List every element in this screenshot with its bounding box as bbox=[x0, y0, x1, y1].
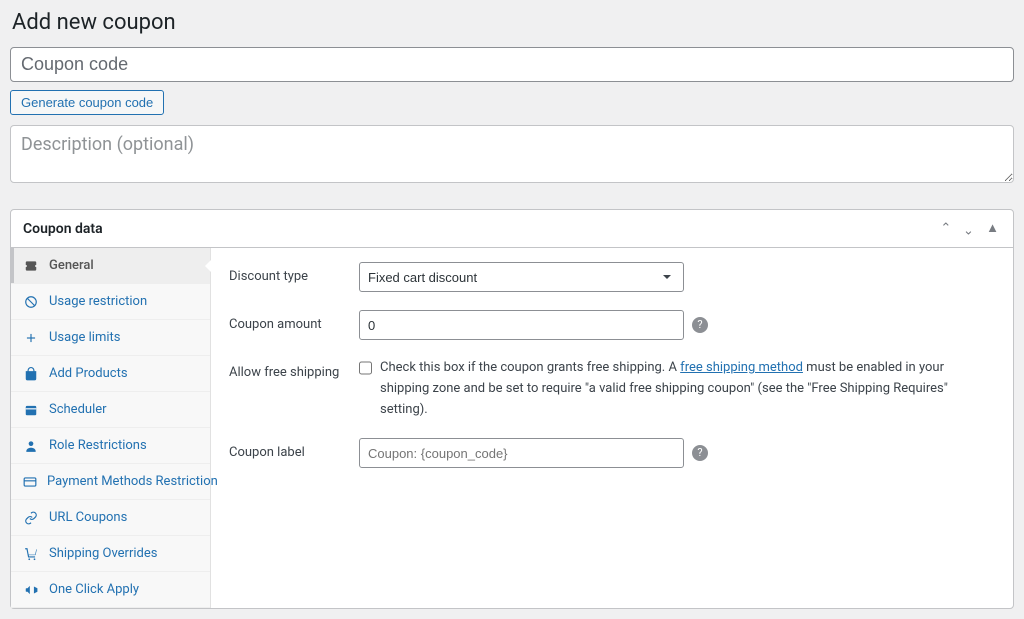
panel-header: Coupon data ⌃ ⌃ ▲ bbox=[11, 210, 1013, 248]
generate-coupon-code-button[interactable]: Generate coupon code bbox=[10, 90, 164, 115]
sidebar-item-label: Usage restriction bbox=[49, 294, 147, 309]
cart-icon bbox=[23, 547, 39, 561]
plus-icon bbox=[23, 331, 39, 345]
sidebar-item-label: One Click Apply bbox=[49, 582, 139, 597]
coupon-data-panel: Coupon data ⌃ ⌃ ▲ General Usage restrict… bbox=[10, 209, 1014, 609]
sidebar-item-label: Scheduler bbox=[49, 402, 107, 417]
announce-icon bbox=[23, 583, 39, 597]
coupon-code-input[interactable] bbox=[10, 47, 1014, 82]
free-shipping-method-link[interactable]: free shipping method bbox=[680, 360, 803, 375]
card-icon bbox=[23, 475, 37, 489]
sidebar-item-scheduler[interactable]: Scheduler bbox=[11, 392, 210, 428]
free-shipping-description: Check this box if the coupon grants free… bbox=[380, 358, 995, 420]
calendar-icon bbox=[23, 403, 39, 417]
page-title: Add new coupon bbox=[12, 10, 1014, 35]
panel-collapse-icon[interactable]: ▲ bbox=[984, 220, 1001, 237]
user-icon bbox=[23, 439, 39, 453]
help-icon[interactable]: ? bbox=[692, 317, 708, 333]
coupon-amount-label: Coupon amount bbox=[229, 310, 359, 332]
sidebar-item-shipping-overrides[interactable]: Shipping Overrides bbox=[11, 536, 210, 572]
help-icon[interactable]: ? bbox=[692, 445, 708, 461]
ticket-icon bbox=[23, 259, 39, 273]
sidebar-item-url-coupons[interactable]: URL Coupons bbox=[11, 500, 210, 536]
sidebar-item-add-products[interactable]: Add Products bbox=[11, 356, 210, 392]
sidebar-item-label: General bbox=[49, 258, 94, 273]
discount-type-select[interactable]: Fixed cart discount bbox=[359, 262, 684, 292]
panel-header-controls: ⌃ ⌃ ▲ bbox=[938, 220, 1001, 237]
description-textarea[interactable] bbox=[10, 125, 1014, 183]
coupon-amount-input[interactable] bbox=[359, 310, 684, 340]
sidebar-item-label: URL Coupons bbox=[49, 510, 127, 525]
sidebar-item-usage-limits[interactable]: Usage limits bbox=[11, 320, 210, 356]
sidebar-item-one-click-apply[interactable]: One Click Apply bbox=[11, 572, 210, 608]
sidebar-item-label: Shipping Overrides bbox=[49, 546, 157, 561]
coupon-data-content: Discount type Fixed cart discount Coupon… bbox=[211, 248, 1013, 608]
ban-icon bbox=[23, 295, 39, 309]
discount-type-label: Discount type bbox=[229, 262, 359, 284]
sidebar-item-label: Payment Methods Restriction bbox=[47, 474, 218, 489]
coupon-data-sidebar: General Usage restriction Usage limits A… bbox=[11, 248, 211, 608]
sidebar-item-role-restrictions[interactable]: Role Restrictions bbox=[11, 428, 210, 464]
sidebar-item-payment-methods-restriction[interactable]: Payment Methods Restriction bbox=[11, 464, 210, 500]
allow-free-shipping-checkbox[interactable] bbox=[359, 360, 372, 376]
coupon-label-input[interactable] bbox=[359, 438, 684, 468]
sidebar-item-label: Usage limits bbox=[49, 330, 120, 345]
sidebar-item-label: Role Restrictions bbox=[49, 438, 147, 453]
allow-free-shipping-label: Allow free shipping bbox=[229, 358, 359, 380]
sidebar-item-general[interactable]: General bbox=[11, 248, 210, 284]
bag-icon bbox=[23, 367, 39, 381]
sidebar-item-usage-restriction[interactable]: Usage restriction bbox=[11, 284, 210, 320]
panel-header-title: Coupon data bbox=[23, 221, 103, 237]
coupon-label-label: Coupon label bbox=[229, 438, 359, 460]
panel-move-up-icon[interactable]: ⌃ bbox=[938, 220, 953, 237]
link-icon bbox=[23, 511, 39, 525]
sidebar-item-label: Add Products bbox=[49, 366, 128, 381]
panel-move-down-icon[interactable]: ⌃ bbox=[961, 220, 976, 237]
